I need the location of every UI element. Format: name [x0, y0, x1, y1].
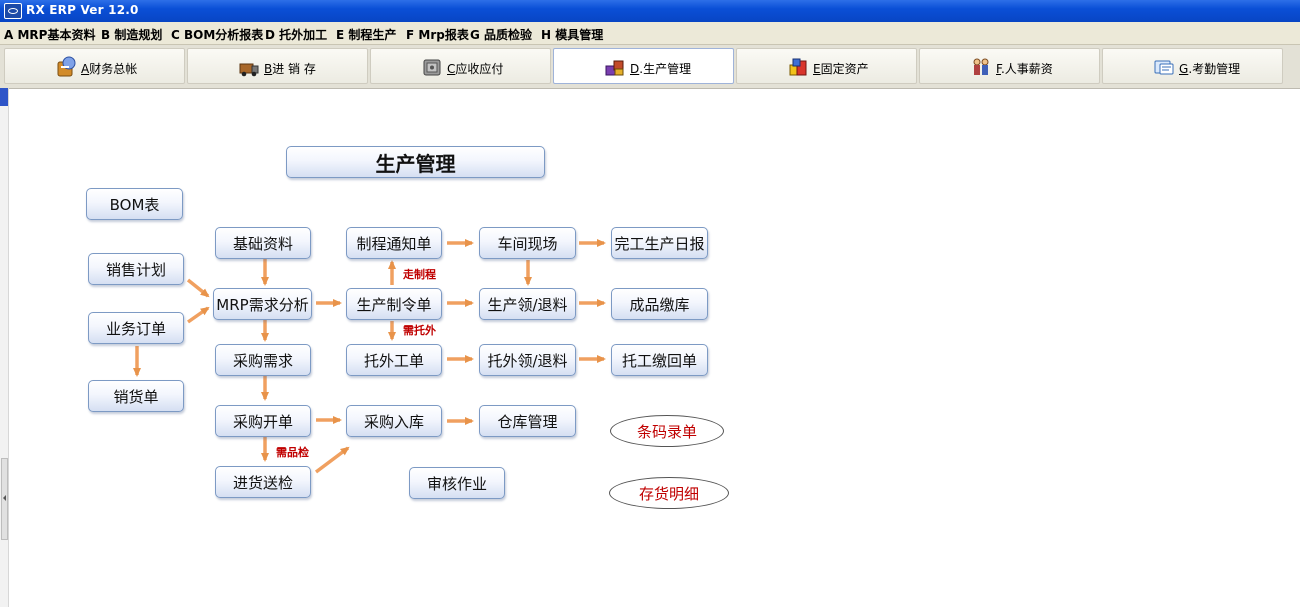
menu-bar: A MRP基本资料 B 制造规划 C BOM分析报表 D 托外加工 E 制程生产… — [0, 22, 1300, 45]
node-outsource-issue[interactable]: 托外领/退料 — [479, 344, 576, 376]
tab-fixed-assets[interactable]: E固定资产 — [736, 48, 917, 84]
arrow-inspection-to-receipt — [314, 446, 350, 474]
menu-outsourcing[interactable]: D 托外加工 — [265, 26, 327, 43]
node-bom[interactable]: BOM表 — [86, 188, 183, 220]
tab-fixed-assets-label: 固定资产 — [820, 62, 869, 76]
node-sales-plan[interactable]: 销售计划 — [88, 253, 184, 285]
note-outsource: 需托外 — [403, 324, 436, 337]
tab-production-key: D — [630, 62, 640, 76]
node-barcode-entry[interactable]: 条码录单 — [610, 415, 724, 447]
node-warehouse[interactable]: 仓库管理 — [479, 405, 576, 437]
tab-inventory[interactable]: B进 销 存 — [187, 48, 368, 84]
tab-finance[interactable]: A财务总帐 — [4, 48, 185, 84]
tab-inventory-label: 进 销 存 — [272, 62, 316, 76]
node-purchase-receipt[interactable]: 采购入库 — [346, 405, 442, 437]
menu-mrp-reports[interactable]: F Mrp报表 — [406, 26, 469, 43]
tab-attendance[interactable]: G.考勤管理 — [1102, 48, 1283, 84]
arrow-order-to-mrp — [186, 306, 210, 324]
tab-finance-key: A — [81, 62, 90, 76]
splitter-grip[interactable] — [1, 458, 8, 540]
node-audit[interactable]: 审核作业 — [409, 467, 505, 499]
node-process-notice[interactable]: 制程通知单 — [346, 227, 442, 259]
note-process: 走制程 — [403, 268, 436, 281]
menu-mrp-basic[interactable]: A MRP基本资料 — [4, 26, 95, 43]
tab-attendance-label: .考勤管理 — [1188, 62, 1241, 76]
left-panel-edge — [0, 88, 9, 607]
node-delivery-note[interactable]: 销货单 — [88, 380, 184, 412]
page-title: 生产管理 — [286, 146, 545, 178]
menu-quality-inspection[interactable]: G 品质检验 — [470, 26, 532, 43]
node-daily-report[interactable]: 完工生产日报 — [611, 227, 708, 259]
tab-hr-payroll-label: .人事薪资 — [1000, 62, 1053, 76]
node-production-issue[interactable]: 生产领/退料 — [479, 288, 576, 320]
node-workshop[interactable]: 车间现场 — [479, 227, 576, 259]
arrow-plan-to-mrp — [186, 278, 210, 298]
node-outsource-return[interactable]: 托工缴回单 — [611, 344, 708, 376]
tab-receivables-label: 应收应付 — [455, 62, 504, 76]
menu-process-production[interactable]: E 制程生产 — [336, 26, 396, 43]
ledger-icon — [57, 56, 76, 77]
tab-production-label: .生产管理 — [639, 62, 692, 76]
app-icon — [4, 3, 22, 19]
node-sales-order[interactable]: 业务订单 — [88, 312, 184, 344]
safe-icon — [423, 59, 441, 76]
truck-icon — [239, 63, 259, 77]
node-outsource-order[interactable]: 托外工单 — [346, 344, 442, 376]
note-inspection: 需品检 — [276, 446, 309, 459]
node-incoming-inspection[interactable]: 进货送检 — [215, 466, 311, 498]
production-icon — [605, 60, 624, 76]
tab-receivables[interactable]: C应收应付 — [370, 48, 551, 84]
node-production-order[interactable]: 生产制令单 — [346, 288, 442, 320]
node-finished-goods[interactable]: 成品缴库 — [611, 288, 708, 320]
module-tab-bar: A财务总帐 B进 销 存 C应收应付 D.生产管理 E固定资产 F.人事薪资 G… — [0, 45, 1300, 89]
menu-mold-management[interactable]: H 模具管理 — [541, 26, 603, 43]
tab-attendance-key: G — [1179, 62, 1189, 76]
node-purchase-request[interactable]: 采购需求 — [215, 344, 311, 376]
window-title: RX ERP Ver 12.0 — [26, 3, 139, 17]
node-inventory-detail[interactable]: 存货明细 — [609, 477, 729, 509]
building-blocks-icon — [789, 58, 807, 76]
people-icon — [973, 58, 989, 75]
tab-finance-label: 财务总帐 — [89, 62, 138, 76]
node-base-data[interactable]: 基础资料 — [215, 227, 311, 259]
node-mrp-analysis[interactable]: MRP需求分析 — [213, 288, 312, 320]
tab-fixed-assets-key: E — [813, 62, 821, 76]
menu-manufacturing-plan[interactable]: B 制造规划 — [101, 26, 162, 43]
tab-hr-payroll[interactable]: F.人事薪资 — [919, 48, 1100, 84]
left-panel-indicator — [0, 88, 8, 106]
tab-inventory-key: B — [264, 62, 273, 76]
title-bar: RX ERP Ver 12.0 — [0, 0, 1300, 22]
tab-production[interactable]: D.生产管理 — [553, 48, 734, 84]
attendance-card-icon — [1154, 60, 1174, 75]
node-purchase-order[interactable]: 采购开单 — [215, 405, 311, 437]
menu-bom-reports[interactable]: C BOM分析报表 — [171, 26, 263, 43]
